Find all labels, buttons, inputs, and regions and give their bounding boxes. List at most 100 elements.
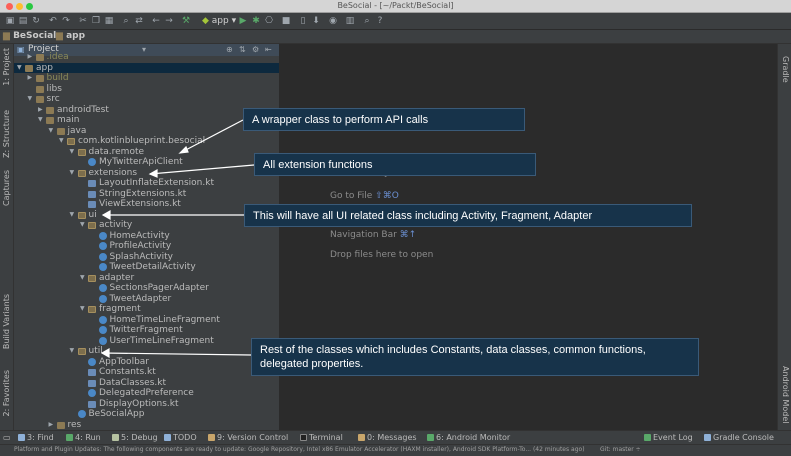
replace-icon[interactable]: ⇄ [134, 16, 144, 26]
sync-icon[interactable]: ↻ [31, 16, 41, 26]
tab-version-control[interactable]: 9: Version Control [208, 433, 288, 442]
attach-debugger-icon[interactable]: ⎔ [264, 16, 274, 26]
tree-row[interactable]: HomeTimeLineFragment [14, 315, 279, 326]
tab-project[interactable]: 1: Project [2, 48, 11, 86]
tab-run[interactable]: 4: Run [66, 433, 101, 442]
expanded-arrow-icon[interactable]: ▼ [70, 147, 75, 157]
tree-row[interactable]: TwitterFragment [14, 325, 279, 336]
tab-build-variants[interactable]: Build Variants [2, 294, 11, 349]
tree-row[interactable]: HomeActivity [14, 231, 279, 242]
tree-row[interactable]: ▼ fragment [14, 304, 279, 315]
tab-captures[interactable]: Captures [2, 170, 11, 206]
breadcrumb-module[interactable]: ▆ app [56, 31, 85, 41]
tree-row[interactable]: ▼ activity [14, 220, 279, 231]
tab-gradle-console[interactable]: Gradle Console [704, 433, 774, 442]
tree-row[interactable]: ▼ util [14, 346, 279, 357]
kotlin-file-icon [88, 369, 96, 376]
tab-favorites[interactable]: 2: Favorites [2, 370, 11, 416]
collapsed-arrow-icon[interactable]: ▶ [28, 52, 33, 62]
tree-row[interactable]: SectionsPagerAdapter [14, 283, 279, 294]
undo-icon[interactable]: ↶ [48, 16, 58, 26]
cut-icon[interactable]: ✂ [78, 16, 88, 26]
tree-row[interactable]: MyTwitterApiClient [14, 157, 279, 168]
expanded-arrow-icon[interactable]: ▼ [80, 304, 85, 314]
back-icon[interactable]: ← [151, 16, 161, 26]
tree-row[interactable]: ▼ java [14, 126, 279, 137]
tree-row[interactable]: ▼ main [14, 115, 279, 126]
tab-todo[interactable]: TODO [164, 433, 197, 442]
tree-row[interactable]: AppToolbar [14, 357, 279, 368]
avd-manager-icon[interactable]: ▯ [298, 16, 308, 26]
help-icon[interactable]: ? [375, 16, 385, 26]
tree-row[interactable]: ▼ ui [14, 210, 279, 221]
tree-row[interactable]: DisplayOptions.kt [14, 399, 279, 410]
open-folder-icon[interactable]: ▣ [5, 16, 15, 26]
collapsed-arrow-icon[interactable]: ▶ [28, 73, 33, 83]
tab-structure[interactable]: Z: Structure [2, 110, 11, 158]
debug-icon[interactable]: ✱ [251, 16, 261, 26]
status-message[interactable]: Platform and Plugin Updates: The followi… [14, 446, 585, 453]
run-configuration-select[interactable]: ◆ app ▾ [199, 15, 239, 27]
tab-android-model[interactable]: Android Model [781, 366, 790, 424]
expanded-arrow-icon[interactable]: ▼ [70, 168, 75, 178]
tab-terminal[interactable]: Terminal [300, 433, 343, 442]
expanded-arrow-icon[interactable]: ▼ [17, 63, 22, 73]
expanded-arrow-icon[interactable]: ▼ [49, 126, 54, 136]
tree-row[interactable]: TweetDetailActivity [14, 262, 279, 273]
find-icon[interactable]: ⌕ [121, 16, 131, 26]
tree-row[interactable]: ▼ extensions [14, 168, 279, 179]
tree-row[interactable]: ViewExtensions.kt [14, 199, 279, 210]
tool-window-toggle-icon[interactable]: ▭ [3, 433, 11, 442]
tree-row[interactable]: ▶ res [14, 420, 279, 431]
collapsed-arrow-icon[interactable]: ▶ [38, 105, 43, 115]
tab-debug[interactable]: 5: Debug [112, 433, 158, 442]
git-branch-widget[interactable]: Git: master ÷ [600, 446, 641, 453]
android-device-monitor-icon[interactable]: ◉ [328, 16, 338, 26]
stop-icon[interactable]: ■ [281, 16, 291, 26]
tree-row[interactable]: DataClasses.kt [14, 378, 279, 389]
breadcrumb-project[interactable]: ▆ BeSocial [3, 31, 56, 41]
tree-row[interactable]: ▼ adapter [14, 273, 279, 284]
tree-row[interactable]: Constants.kt [14, 367, 279, 378]
tab-event-log[interactable]: Event Log [644, 433, 693, 442]
paste-icon[interactable]: ▦ [104, 16, 114, 26]
tree-row[interactable]: TweetAdapter [14, 294, 279, 305]
tree-row[interactable]: UserTimeLineFragment [14, 336, 279, 347]
tree-row[interactable]: SplashActivity [14, 252, 279, 263]
tab-android-monitor[interactable]: 6: Android Monitor [427, 433, 510, 442]
expanded-arrow-icon[interactable]: ▼ [80, 220, 85, 230]
search-everywhere-icon[interactable]: ⌕ [362, 16, 372, 26]
expanded-arrow-icon[interactable]: ▼ [38, 115, 43, 125]
tree-row[interactable]: ▼ data.remote [14, 147, 279, 158]
tree-row[interactable]: LayoutInflateExtension.kt [14, 178, 279, 189]
save-icon[interactable]: ▤ [18, 16, 28, 26]
tree-row-label: TweetDetailActivity [109, 262, 196, 272]
tab-messages[interactable]: 0: Messages [358, 433, 417, 442]
tree-row[interactable]: ▼ src [14, 94, 279, 105]
tree-row[interactable]: ▶ .idea [14, 52, 279, 63]
collapsed-arrow-icon[interactable]: ▶ [49, 420, 54, 430]
sdk-manager-icon[interactable]: ⬇ [311, 16, 321, 26]
expanded-arrow-icon[interactable]: ▼ [59, 136, 64, 146]
expanded-arrow-icon[interactable]: ▼ [28, 94, 33, 104]
expanded-arrow-icon[interactable]: ▼ [80, 273, 85, 283]
redo-icon[interactable]: ↷ [61, 16, 71, 26]
tree-row[interactable]: ▶ build [14, 73, 279, 84]
run-icon[interactable]: ▶ [238, 16, 248, 26]
tree-row[interactable]: ▼ com.kotlinblueprint.besocial [14, 136, 279, 147]
tree-row[interactable]: BeSocialApp [14, 409, 279, 420]
tree-row[interactable]: DelegatedPreference [14, 388, 279, 399]
tree-row[interactable]: libs [14, 84, 279, 95]
structure-icon[interactable]: ▥ [345, 16, 355, 26]
forward-icon[interactable]: → [164, 16, 174, 26]
make-project-icon[interactable]: ⚒ [181, 16, 191, 26]
tree-row[interactable]: ▶ androidTest [14, 105, 279, 116]
tab-gradle[interactable]: Gradle [781, 56, 790, 83]
tree-row[interactable]: ProfileActivity [14, 241, 279, 252]
tree-row[interactable]: StringExtensions.kt [14, 189, 279, 200]
tab-find[interactable]: 3: Find [18, 433, 54, 442]
expanded-arrow-icon[interactable]: ▼ [70, 210, 75, 220]
expanded-arrow-icon[interactable]: ▼ [70, 346, 75, 356]
tree-row[interactable]: ▼ app [14, 62, 279, 73]
copy-icon[interactable]: ❐ [91, 16, 101, 26]
